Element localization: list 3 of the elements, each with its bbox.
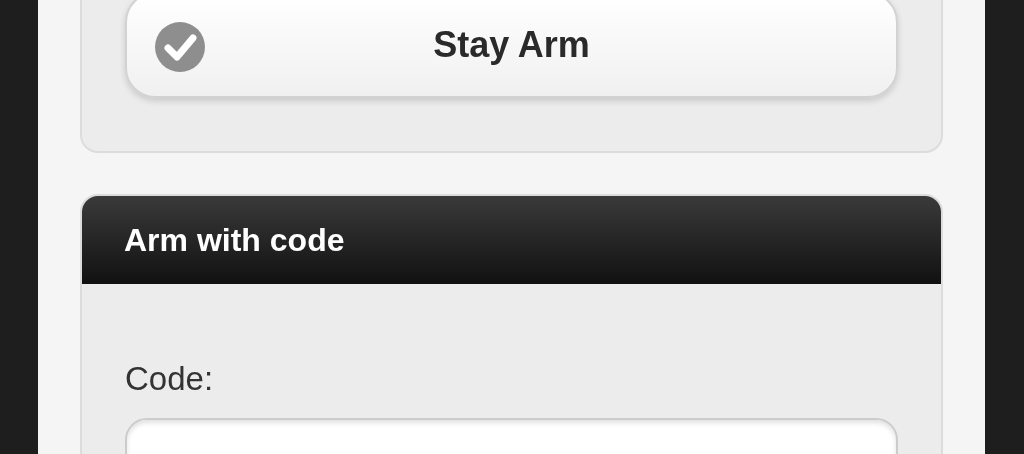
card-title: Arm with code [124, 221, 345, 259]
stay-arm-button[interactable]: Stay Arm [125, 0, 898, 98]
code-label: Code: [125, 360, 214, 398]
